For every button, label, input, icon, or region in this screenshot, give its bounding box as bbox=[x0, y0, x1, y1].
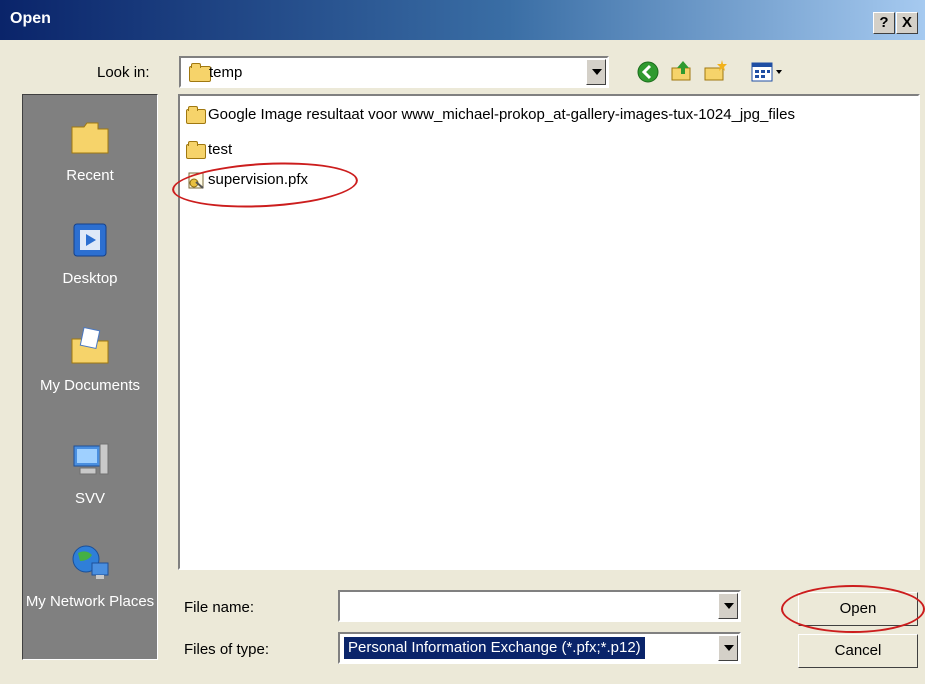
desktop-icon bbox=[73, 223, 107, 257]
places-bar: Recent Desktop My Documents SVV My Netwo… bbox=[22, 94, 158, 660]
my-documents-icon bbox=[71, 326, 109, 364]
place-label: My Documents bbox=[39, 377, 141, 394]
recent-folder-icon bbox=[71, 122, 109, 154]
help-button[interactable]: ? bbox=[873, 12, 895, 34]
file-name-label: File name: bbox=[184, 599, 255, 616]
up-folder-icon[interactable] bbox=[669, 58, 695, 84]
file-name: test bbox=[208, 141, 233, 158]
look-in-dropdown-button[interactable] bbox=[586, 59, 606, 85]
close-button[interactable]: X bbox=[896, 12, 918, 34]
place-svv[interactable]: SVV bbox=[23, 440, 157, 507]
file-type-label: Files of type: bbox=[184, 641, 270, 658]
place-label: Desktop bbox=[62, 270, 118, 287]
views-menu-icon[interactable] bbox=[750, 60, 794, 84]
place-label: Recent bbox=[66, 167, 114, 184]
computer-icon bbox=[73, 443, 109, 475]
file-name-dropdown-button[interactable] bbox=[718, 593, 738, 619]
folder-icon bbox=[189, 63, 211, 82]
network-icon bbox=[72, 545, 109, 579]
file-name-input[interactable] bbox=[338, 590, 741, 622]
file-name: Google Image resultaat voor www_michael-… bbox=[208, 106, 795, 123]
place-my-documents[interactable]: My Documents bbox=[23, 326, 157, 394]
look-in-combo[interactable]: temp bbox=[179, 56, 609, 88]
file-type-dropdown-button[interactable] bbox=[718, 635, 738, 661]
file-type-value: Personal Information Exchange (*.pfx;*.p… bbox=[344, 637, 645, 659]
cancel-button[interactable]: Cancel bbox=[798, 634, 918, 668]
look-in-value: temp bbox=[209, 64, 243, 81]
annotation-ellipse bbox=[781, 585, 925, 633]
file-type-select[interactable]: Personal Information Exchange (*.pfx;*.p… bbox=[338, 632, 741, 664]
title-bar: Open ? X bbox=[0, 0, 925, 40]
folder-icon bbox=[186, 141, 206, 159]
cancel-button-label: Cancel bbox=[834, 642, 882, 659]
back-icon[interactable] bbox=[636, 60, 660, 84]
place-label: SVV bbox=[74, 490, 105, 507]
look-in-label: Look in: bbox=[97, 64, 150, 81]
new-folder-icon[interactable] bbox=[702, 58, 728, 84]
place-recent[interactable]: Recent bbox=[23, 117, 157, 184]
window-title: Open bbox=[10, 10, 51, 27]
place-desktop[interactable]: Desktop bbox=[23, 220, 157, 287]
place-network[interactable]: My Network Places bbox=[23, 543, 157, 610]
folder-icon bbox=[186, 106, 206, 124]
place-label: My Network Places bbox=[25, 593, 155, 610]
